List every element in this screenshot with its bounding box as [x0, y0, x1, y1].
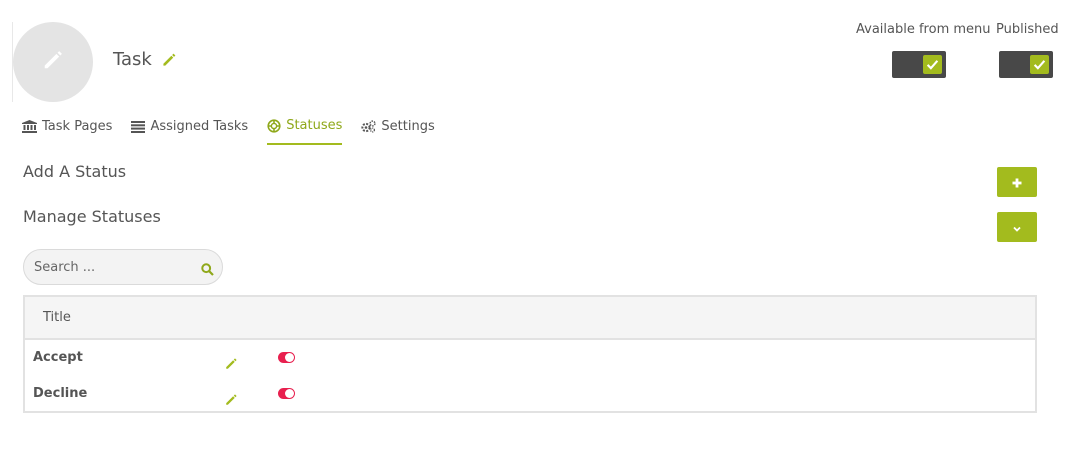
avatar[interactable]: [13, 22, 93, 102]
edit-pencil-icon[interactable]: [225, 355, 238, 374]
status-title: Decline: [33, 386, 88, 401]
bank-icon: [22, 120, 37, 133]
status-enabled-toggle[interactable]: [278, 388, 295, 399]
tab-label: Settings: [381, 119, 435, 134]
column-header-title[interactable]: Title: [43, 310, 71, 325]
search-box: [23, 249, 223, 285]
tab-label: Statuses: [286, 118, 343, 133]
edit-title-pencil-icon[interactable]: [162, 52, 177, 71]
gears-icon: [361, 120, 377, 133]
manage-statuses-heading[interactable]: Manage Statuses: [23, 207, 161, 226]
toggle-knob: [285, 389, 294, 398]
tab-task-pages[interactable]: Task Pages: [22, 108, 112, 145]
table-row: Accept: [25, 340, 1035, 376]
tab-bar: Task Pages Assigned Tasks Statuses Setti…: [22, 108, 454, 145]
tab-label: Assigned Tasks: [150, 119, 249, 134]
edit-pencil-icon[interactable]: [225, 391, 238, 410]
published-label: Published: [996, 22, 1059, 37]
published-toggle[interactable]: [999, 51, 1053, 78]
chevron-down-icon: [1012, 218, 1022, 237]
available-from-menu-label: Available from menu: [856, 22, 991, 37]
pencil-icon: [42, 49, 64, 75]
list-icon: [131, 120, 146, 133]
tab-statuses[interactable]: Statuses: [267, 108, 343, 145]
status-title: Accept: [33, 350, 83, 365]
table-header: Title: [25, 297, 1035, 340]
toggle-knob: [285, 353, 294, 362]
table-row: Decline: [25, 376, 1035, 412]
tab-settings[interactable]: Settings: [361, 108, 435, 145]
plus-icon: [1012, 173, 1022, 192]
add-status-heading[interactable]: Add A Status: [23, 162, 126, 181]
statuses-table: Title Accept Decline: [23, 295, 1037, 413]
check-icon: [923, 55, 942, 74]
tab-label: Task Pages: [42, 119, 113, 134]
available-from-menu-toggle[interactable]: [892, 51, 946, 78]
lifebuoy-icon: [267, 118, 281, 133]
status-enabled-toggle[interactable]: [278, 352, 295, 363]
check-icon: [1030, 55, 1049, 74]
search-icon[interactable]: [201, 261, 214, 280]
tab-assigned-tasks[interactable]: Assigned Tasks: [131, 108, 248, 145]
add-status-button[interactable]: [997, 167, 1037, 197]
manage-statuses-expand-button[interactable]: [997, 212, 1037, 242]
search-input[interactable]: [34, 258, 194, 276]
page-title: Task: [113, 49, 152, 70]
